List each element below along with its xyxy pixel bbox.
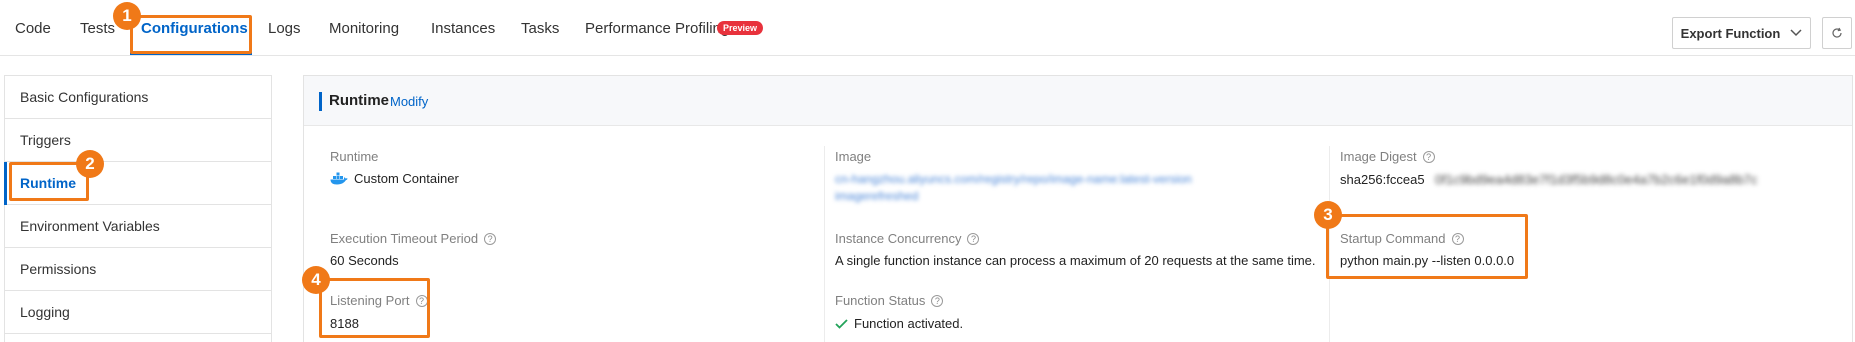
refresh-button[interactable] [1822, 17, 1852, 49]
help-icon[interactable]: ? [931, 294, 944, 307]
tab-performance-profiling[interactable]: Performance Profiling [585, 0, 729, 56]
runtime-value: Custom Container [330, 171, 459, 186]
section-title: Runtime [329, 92, 389, 109]
sidebar-item-triggers[interactable]: Triggers [5, 119, 271, 162]
callout-number-1: 1 [113, 2, 141, 30]
callout-number-3: 3 [1314, 201, 1342, 229]
tab-instances[interactable]: Instances [431, 0, 495, 56]
sidebar-item-permissions[interactable]: Permissions [5, 248, 271, 291]
image-digest-redacted: 0f1c9bd9ea4d83e7f1d3f5b9d8c0e4a7b2c6e1f0… [1435, 172, 1758, 187]
function-status-label: Function Status ? [835, 293, 944, 308]
panel-header: Runtime Modify [304, 76, 1852, 126]
callout-number-2: 2 [76, 150, 104, 178]
sidebar-item-logging[interactable]: Logging [5, 291, 271, 334]
checkmark-icon [835, 318, 848, 329]
export-function-button[interactable]: Export Function [1672, 17, 1811, 49]
image-label-text: Image [835, 149, 872, 164]
function-status-label-text: Function Status [835, 293, 926, 308]
help-icon[interactable]: ? [484, 232, 497, 245]
instance-concurrency-label-text: Instance Concurrency [835, 231, 962, 246]
image-digest-value: sha256:fccea5 [1340, 172, 1425, 187]
sidebar-item-environment-variables[interactable]: Environment Variables [5, 205, 271, 248]
section-accent-bar [319, 92, 322, 111]
tab-code[interactable]: Code [15, 0, 51, 56]
tab-tasks[interactable]: Tasks [521, 0, 559, 56]
image-value-redacted[interactable]: cn-hangzhou.aliyuncs.com/registry/repo/i… [835, 172, 1192, 186]
execution-timeout-label: Execution Timeout Period ? [330, 231, 497, 246]
execution-timeout-value: 60 Seconds [330, 253, 399, 268]
callout-number-4: 4 [302, 266, 330, 294]
runtime-value-text: Custom Container [354, 171, 459, 186]
runtime-label: Runtime [330, 149, 378, 164]
tab-bar: Code Tests Configurations Logs Monitorin… [0, 0, 1855, 56]
help-icon[interactable]: ? [1422, 150, 1435, 163]
image-digest-label-text: Image Digest [1340, 149, 1417, 164]
tab-monitoring[interactable]: Monitoring [329, 0, 399, 56]
help-icon[interactable]: ? [967, 232, 980, 245]
callout-box-configurations [130, 15, 252, 54]
image-value-redacted-line2[interactable]: imagerefreshed [835, 189, 918, 203]
preview-badge: Preview [717, 21, 764, 35]
column-divider [824, 146, 825, 342]
image-label: Image [835, 149, 871, 164]
callout-box-startup-command [1326, 214, 1528, 279]
instance-concurrency-label: Instance Concurrency ? [835, 231, 980, 246]
function-status-value: Function activated. [835, 316, 963, 331]
export-function-label: Export Function [1680, 25, 1781, 41]
callout-box-listening-port [319, 278, 430, 338]
tab-logs[interactable]: Logs [268, 0, 301, 56]
modify-link[interactable]: Modify [390, 94, 428, 109]
tab-tests[interactable]: Tests [80, 0, 115, 56]
runtime-panel: Runtime Modify Runtime Custom Container … [303, 75, 1853, 342]
instance-concurrency-value: A single function instance can process a… [835, 253, 1316, 268]
sidebar-active-indicator [4, 162, 7, 205]
docker-icon [330, 172, 348, 185]
runtime-label-text: Runtime [330, 149, 379, 164]
chevron-down-icon [1790, 29, 1802, 37]
refresh-icon [1832, 27, 1842, 38]
execution-timeout-label-text: Execution Timeout Period [330, 231, 479, 246]
image-digest-label: Image Digest ? [1340, 149, 1435, 164]
sidebar-item-basic-configurations[interactable]: Basic Configurations [5, 76, 271, 119]
config-sidebar: Basic Configurations Triggers Runtime En… [4, 75, 272, 342]
function-status-text: Function activated. [854, 316, 964, 331]
